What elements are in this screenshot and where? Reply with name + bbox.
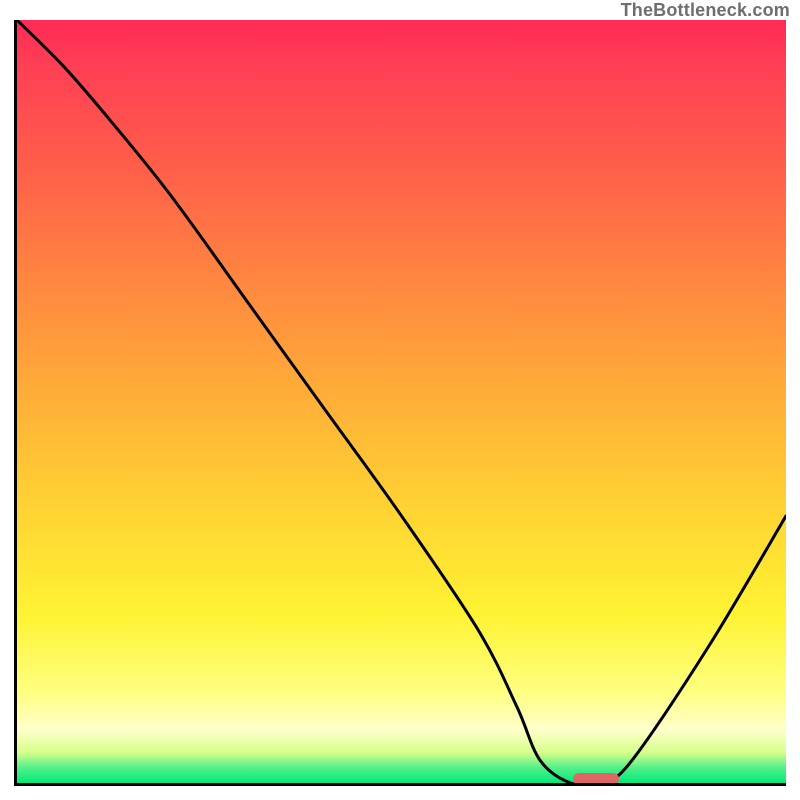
- attribution-label: TheBottleneck.com: [621, 0, 790, 21]
- optimal-marker: [573, 773, 619, 785]
- chart-container: TheBottleneck.com: [0, 0, 800, 800]
- plot-area: [14, 20, 786, 786]
- bottleneck-curve: [17, 20, 786, 783]
- curve-path: [17, 20, 786, 783]
